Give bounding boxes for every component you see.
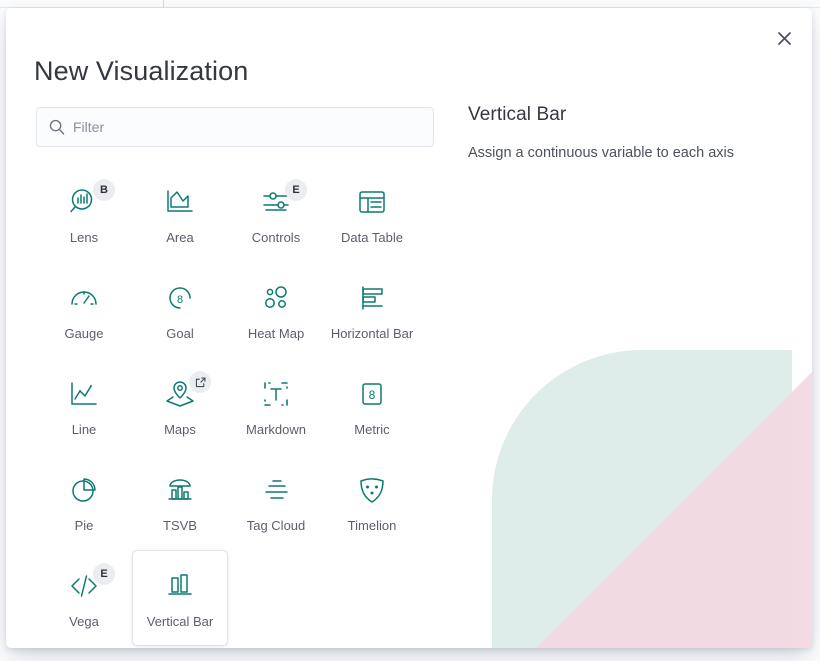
- visualization-type-area[interactable]: Area: [132, 166, 228, 262]
- visualization-type-lens[interactable]: Lens B: [36, 166, 132, 262]
- visualization-type-timelion[interactable]: Timelion: [324, 454, 420, 550]
- markdown-icon: [260, 377, 292, 411]
- filter-search-field[interactable]: [36, 107, 434, 147]
- visualization-type-label: Vega: [69, 613, 99, 629]
- gauge-icon: [68, 281, 100, 315]
- close-button[interactable]: [770, 24, 798, 52]
- type-badge: B: [93, 179, 115, 201]
- visualization-type-label: Metric: [354, 421, 390, 437]
- type-badge: E: [93, 563, 115, 585]
- visualization-type-markdown[interactable]: Markdown: [228, 358, 324, 454]
- horizontal-bar-icon: [356, 281, 388, 315]
- goal-icon: 8: [164, 281, 196, 315]
- visualization-type-label: Timelion: [347, 517, 397, 533]
- svg-text:8: 8: [177, 294, 183, 306]
- visualization-type-vertical-bar[interactable]: Vertical Bar: [132, 550, 228, 646]
- visualization-type-heat-map[interactable]: Heat Map: [228, 262, 324, 358]
- visualization-type-vega[interactable]: Vega E: [36, 550, 132, 646]
- detail-panel: Vertical Bar Assign a continuous variabl…: [468, 104, 798, 164]
- area-icon: [164, 185, 196, 219]
- heat-map-icon: [260, 281, 292, 315]
- visualization-type-label: Area: [166, 229, 194, 245]
- visualization-type-label: Pie: [74, 517, 94, 533]
- visualization-type-label: Horizontal Bar: [330, 325, 414, 341]
- visualization-type-gauge[interactable]: Gauge: [36, 262, 132, 358]
- visualization-type-maps[interactable]: Maps: [132, 358, 228, 454]
- visualization-type-label: Controls: [251, 229, 301, 245]
- timelion-icon: [356, 473, 388, 507]
- visualization-type-label: Gauge: [64, 325, 104, 341]
- visualization-type-controls[interactable]: Controls E: [228, 166, 324, 262]
- visualization-type-label: Data Table: [341, 229, 403, 245]
- visualization-type-data-table[interactable]: Data Table: [324, 166, 420, 262]
- visualization-type-label: Markdown: [246, 421, 306, 437]
- external-link-icon: [189, 371, 211, 393]
- visualization-type-label: Heat Map: [247, 325, 305, 341]
- visualization-type-label: Vertical Bar: [146, 613, 214, 629]
- page-title: New Visualization: [34, 56, 249, 87]
- visualization-type-label: Maps: [164, 421, 196, 437]
- visualization-type-label: Tag Cloud: [246, 517, 306, 533]
- new-visualization-modal: New Visualization Lens B Area Controls E Data…: [6, 8, 812, 648]
- tsvb-icon: [164, 473, 196, 507]
- visualization-type-label: Line: [71, 421, 97, 437]
- visualization-type-label: TSVB: [163, 517, 197, 533]
- visualization-type-pie[interactable]: Pie: [36, 454, 132, 550]
- search-input[interactable]: [73, 119, 433, 135]
- visualization-type-tsvb[interactable]: TSVB: [132, 454, 228, 550]
- visualization-type-metric[interactable]: 8 Metric: [324, 358, 420, 454]
- tag-cloud-icon: [260, 473, 292, 507]
- line-icon: [68, 377, 100, 411]
- svg-text:8: 8: [369, 388, 376, 402]
- pie-icon: [68, 473, 100, 507]
- metric-icon: 8: [356, 377, 388, 411]
- visualization-type-tag-cloud[interactable]: Tag Cloud: [228, 454, 324, 550]
- detail-description: Assign a continuous variable to each axi…: [468, 145, 734, 161]
- visualization-type-label: Lens: [69, 229, 99, 245]
- visualization-type-grid: Lens B Area Controls E Data Table Gauge 8 Goal He…: [36, 166, 436, 646]
- visualization-type-goal[interactable]: 8 Goal: [132, 262, 228, 358]
- search-icon: [49, 119, 65, 135]
- type-badge: E: [285, 179, 307, 201]
- detail-title: Vertical Bar: [468, 104, 567, 125]
- visualization-type-horizontal-bar[interactable]: Horizontal Bar: [324, 262, 420, 358]
- visualization-type-line[interactable]: Line: [36, 358, 132, 454]
- visualization-type-label: Goal: [166, 325, 194, 341]
- vertical-bar-icon: [164, 569, 196, 603]
- close-icon: [777, 31, 791, 45]
- data-table-icon: [356, 185, 388, 219]
